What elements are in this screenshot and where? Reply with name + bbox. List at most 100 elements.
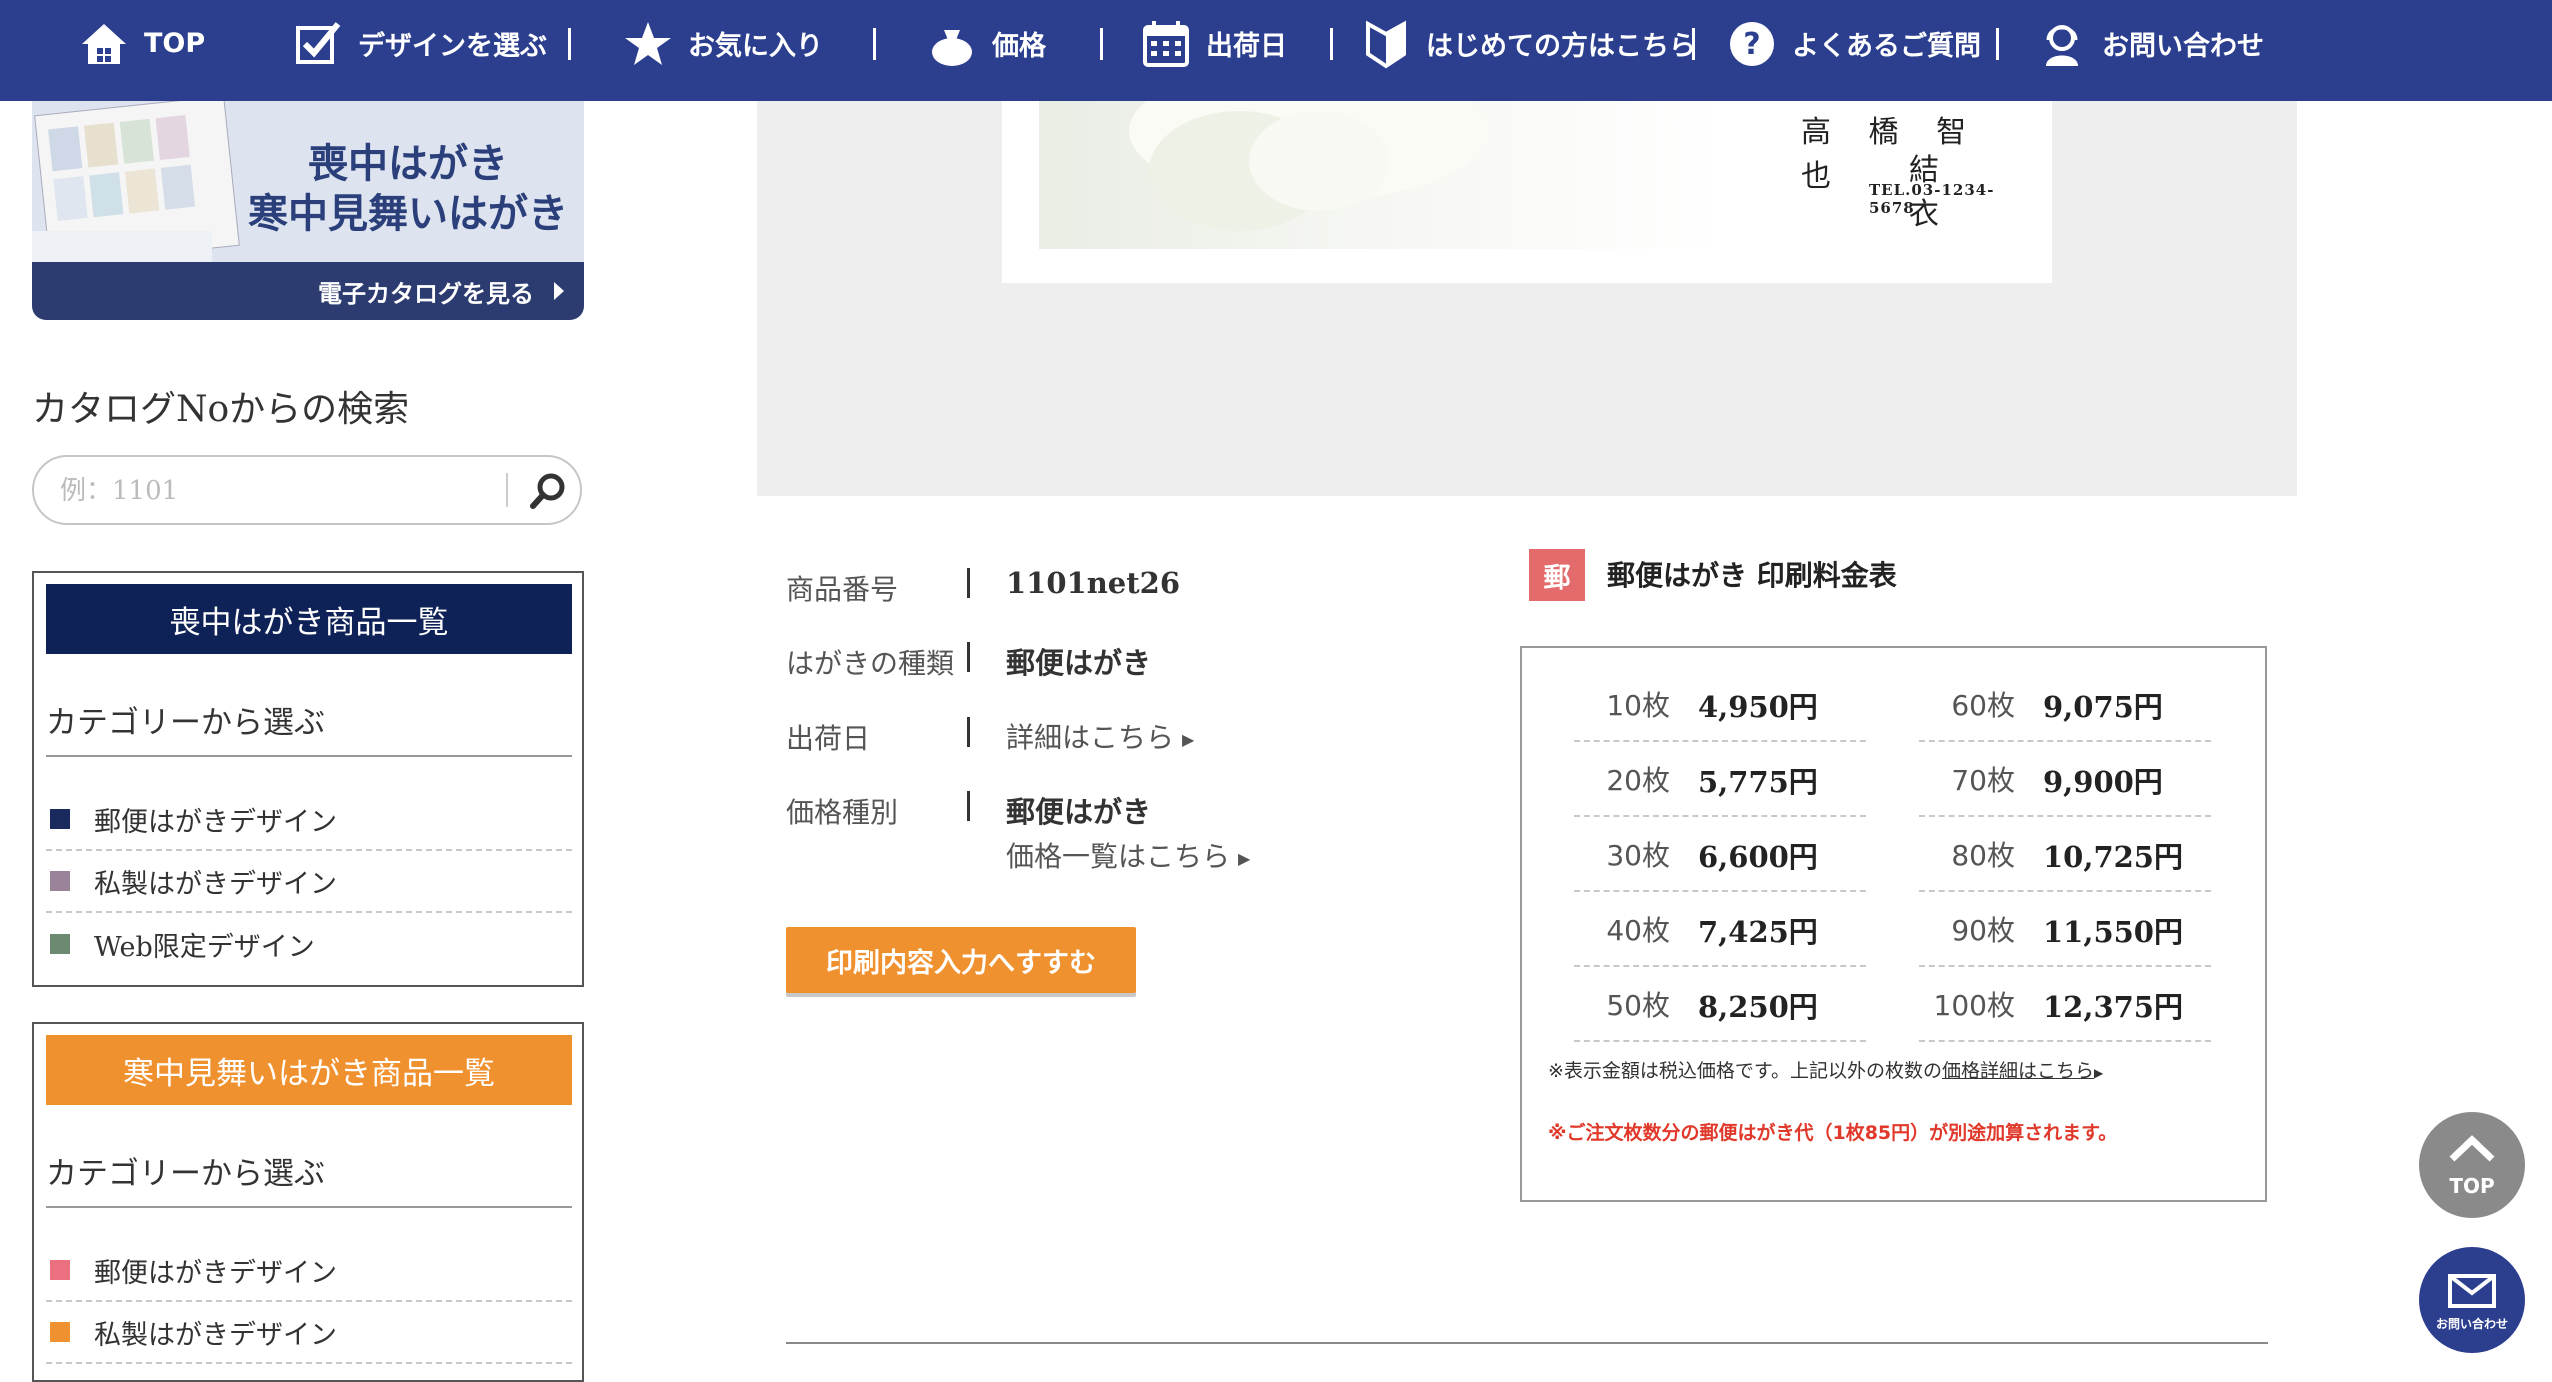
- contact-button[interactable]: お問い合わせ: [2419, 1247, 2525, 1353]
- triangle-right-icon: ▶: [2094, 1066, 2104, 1080]
- postal-badge: 郵: [1529, 549, 1585, 601]
- contact-label: お問い合わせ: [2435, 1317, 2508, 1331]
- category-bullet: [50, 809, 70, 829]
- divider: [786, 1342, 2268, 1344]
- price-count: 30枚: [1606, 839, 1670, 872]
- price-count: 70枚: [1951, 764, 2015, 797]
- category-bullet: [50, 934, 70, 954]
- banner-link-bar[interactable]: 電子カタログを見る: [32, 262, 584, 320]
- price-details-link[interactable]: 価格詳細はこちら: [1942, 1060, 2094, 1082]
- category-bullet: [50, 1260, 70, 1280]
- category-item-postal[interactable]: 郵便はがきデザイン: [46, 789, 572, 851]
- price-count: 20枚: [1606, 764, 1670, 797]
- product-number-label: 商品番号: [786, 573, 899, 606]
- back-to-top-button[interactable]: TOP: [2419, 1112, 2525, 1218]
- price-amount: 12,375円: [2043, 990, 2183, 1024]
- postage-warning: ※ご注文枚数分の郵便はがき代（1枚85円）が別途加算されます。: [1548, 1122, 2118, 1144]
- nav-separator: [1996, 28, 1999, 60]
- tax-note: ※表示金額は税込価格です。上記以外の枚数の価格詳細はこちら▶: [1548, 1056, 2103, 1083]
- price-amount: 11,550円: [2043, 915, 2183, 949]
- price-count: 90枚: [1951, 914, 2015, 947]
- product-number-value: 1101net26: [1006, 566, 1180, 600]
- nav-separator: [1692, 28, 1695, 60]
- price-amount: 5,775円: [1698, 765, 1818, 799]
- nav-price[interactable]: 価格: [926, 0, 1046, 87]
- info-separator: [967, 568, 970, 598]
- info-separator: [967, 717, 970, 747]
- nav-label: はじめての方はこちら: [1426, 31, 1696, 62]
- nav-label: 価格: [992, 31, 1046, 62]
- category-label: 私製はがきデザイン: [94, 1319, 337, 1351]
- catalog-search-heading: カタログNoからの検索: [32, 389, 410, 430]
- price-list-link[interactable]: 価格一覧はこちら ▶: [1006, 835, 1250, 875]
- category-item-private[interactable]: 私製はがきデザイン: [46, 851, 572, 913]
- mochu-list-header[interactable]: 喪中はがき商品一覧: [46, 584, 572, 654]
- link-text: 価格一覧はこちら: [1006, 840, 1231, 873]
- price-table-title: 郵便はがき 印刷料金表: [1607, 559, 1897, 592]
- nav-faq[interactable]: ? よくあるご質問: [1726, 0, 1981, 87]
- category-label: 郵便はがきデザイン: [94, 1257, 337, 1289]
- nav-label: お気に入り: [688, 31, 823, 62]
- price-amount: 4,950円: [1698, 690, 1818, 724]
- e-catalog-link[interactable]: 電子カタログを見る: [318, 274, 534, 309]
- info-separator: [967, 642, 970, 672]
- price-amount: 9,900円: [2043, 765, 2163, 799]
- price-row: 10枚 4,950円: [1574, 668, 1866, 742]
- home-icon: [82, 23, 126, 64]
- kanchu-category-box: 寒中見舞いはがき商品一覧 カテゴリーから選ぶ 郵便はがきデザイン 私製はがきデザ…: [32, 1022, 584, 1382]
- price-row: 100枚 12,375円: [1919, 968, 2211, 1042]
- price-row: 30枚 6,600円: [1574, 818, 1866, 892]
- svg-text:?: ?: [1743, 27, 1760, 62]
- money-bag-icon: [932, 29, 972, 66]
- search-divider: [506, 473, 508, 507]
- catalog-banner[interactable]: 喪中はがき 寒中見舞いはがき 電子カタログを見る: [32, 101, 584, 320]
- divider: [46, 1206, 572, 1208]
- category-bullet: [50, 871, 70, 891]
- postcard-image: 高 橋 智 也 結 衣 TEL.03-1234-5678: [1039, 101, 2017, 249]
- nav-label: TOP: [144, 28, 206, 59]
- category-label: 郵便はがきデザイン: [94, 806, 337, 838]
- category-item-postal[interactable]: 郵便はがきデザイン: [46, 1240, 572, 1302]
- category-subheading: カテゴリーから選ぶ: [46, 705, 325, 741]
- price-type-label: 価格種別: [786, 796, 899, 829]
- nav-label: よくあるご質問: [1792, 31, 1981, 62]
- price-amount: 7,425円: [1698, 915, 1818, 949]
- triangle-right-icon: ▶: [1238, 848, 1251, 868]
- nav-contact[interactable]: お問い合わせ: [2036, 0, 2264, 87]
- info-separator: [967, 791, 970, 821]
- tax-note-text: ※表示金額は税込価格です。上記以外の枚数の: [1548, 1060, 1943, 1082]
- postcard-preview: 高 橋 智 也 結 衣 TEL.03-1234-5678: [1002, 101, 2052, 283]
- nav-label: お問い合わせ: [2102, 31, 2264, 62]
- nav-separator: [568, 28, 571, 60]
- nav-beginners[interactable]: はじめての方はこちら: [1360, 0, 1696, 87]
- category-label: Web限定デザイン: [94, 931, 315, 963]
- category-item-web[interactable]: Web限定デザイン: [46, 913, 572, 975]
- catalog-search-input[interactable]: [58, 467, 512, 515]
- nav-choose-design[interactable]: デザインを選ぶ: [292, 0, 547, 87]
- card-type-label: はがきの種類: [786, 647, 955, 680]
- price-table: 10枚 4,950円 20枚 5,775円 30枚 6,600円 40枚 7,4…: [1520, 646, 2267, 1202]
- price-row: 20枚 5,775円: [1574, 743, 1866, 817]
- price-row: 90枚 11,550円: [1919, 893, 2211, 967]
- price-count: 40枚: [1606, 914, 1670, 947]
- price-count: 10枚: [1606, 689, 1670, 722]
- category-bullet: [50, 1322, 70, 1342]
- question-icon: ?: [1730, 21, 1774, 66]
- price-count: 100枚: [1933, 989, 2015, 1022]
- price-amount: 9,075円: [2043, 690, 2163, 724]
- nav-label: 出荷日: [1206, 31, 1287, 62]
- shipping-details-link[interactable]: 詳細はこちら ▶: [1006, 716, 1194, 756]
- kanchu-list-header[interactable]: 寒中見舞いはがき商品一覧: [46, 1035, 572, 1105]
- nav-separator: [1330, 28, 1333, 60]
- preview-tel: TEL.03-1234-5678: [1869, 181, 1995, 217]
- search-icon[interactable]: [528, 471, 568, 511]
- category-item-private[interactable]: 私製はがきデザイン: [46, 1302, 572, 1364]
- nav-shipping-date[interactable]: 出荷日: [1140, 0, 1287, 87]
- triangle-right-icon: ▶: [1182, 729, 1195, 749]
- nav-top[interactable]: TOP: [78, 0, 205, 87]
- price-row: 40枚 7,425円: [1574, 893, 1866, 967]
- price-count: 80枚: [1951, 839, 2015, 872]
- category-label: 私製はがきデザイン: [94, 868, 337, 900]
- nav-favorites[interactable]: お気に入り: [622, 0, 823, 87]
- proceed-to-print-input-button[interactable]: 印刷内容入力へすすむ: [786, 927, 1136, 993]
